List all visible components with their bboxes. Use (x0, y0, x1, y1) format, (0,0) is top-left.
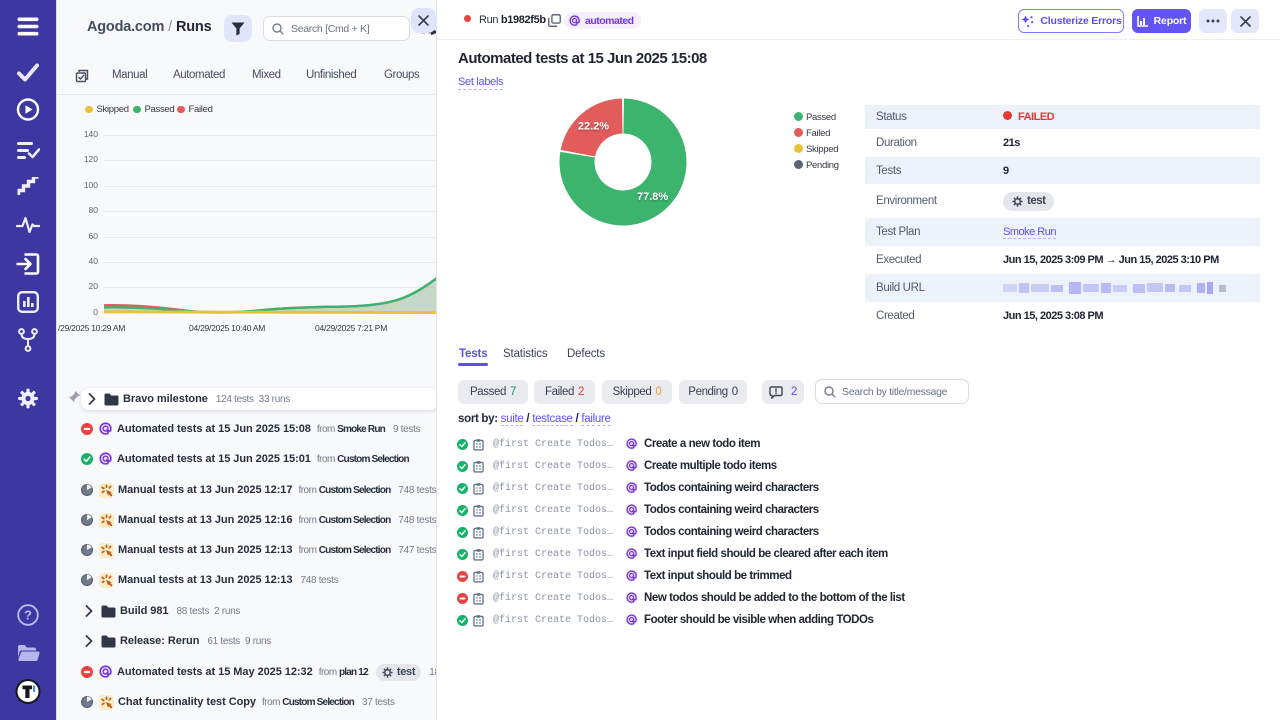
svg-text:77.8%: 77.8% (637, 191, 668, 203)
svg-text:22.2%: 22.2% (578, 121, 609, 133)
svg-text:?: ? (24, 608, 32, 623)
